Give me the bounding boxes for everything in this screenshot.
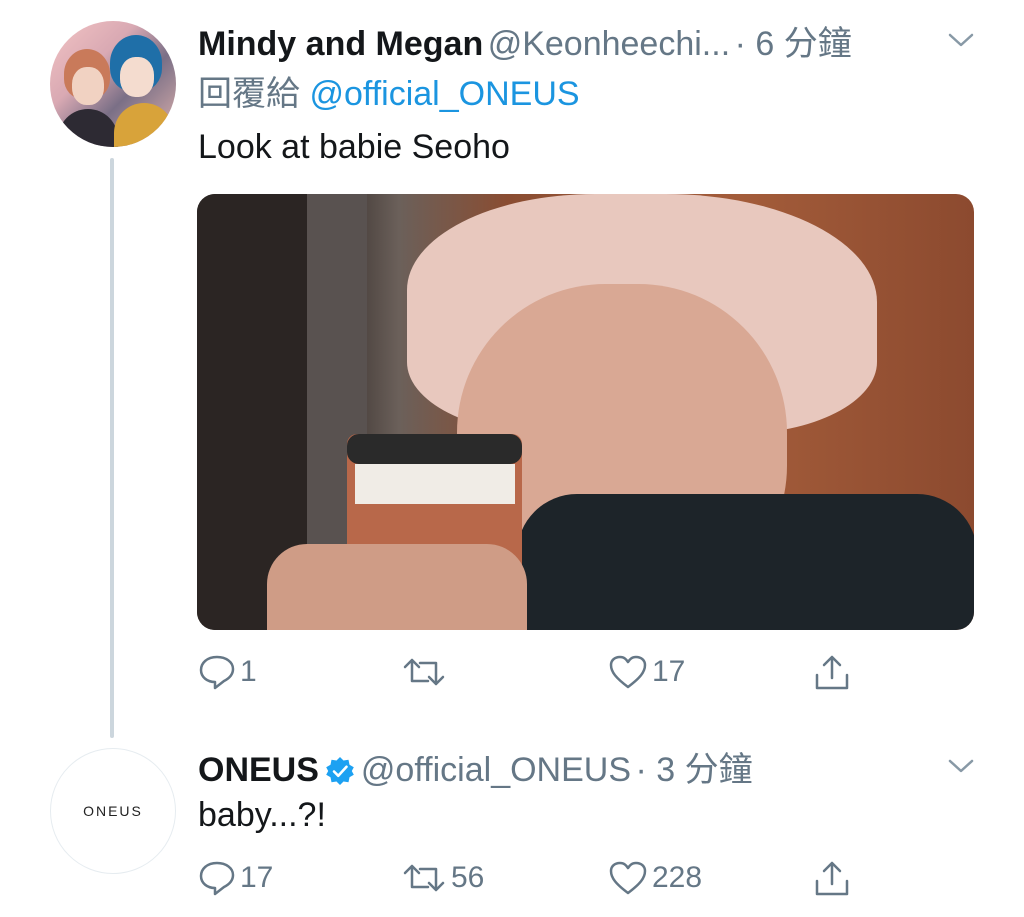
retweet-icon [403, 658, 445, 686]
reply-count: 1 [240, 655, 257, 688]
tweet-2-header: ONEUS @official_ONEUS · 3 分鐘 [198, 742, 753, 797]
reply-count: 17 [240, 861, 274, 894]
display-name[interactable]: Mindy and Megan [198, 25, 483, 63]
user-handle[interactable]: @official_ONEUS [361, 751, 631, 789]
share-icon [815, 861, 849, 896]
reply-context: 回覆給 @official_ONEUS [198, 66, 580, 115]
reply-button[interactable]: 17 [198, 858, 273, 898]
photo-coat [517, 494, 974, 630]
retweet-button[interactable] [401, 652, 451, 692]
retweet-count: 56 [451, 861, 485, 894]
photo-cup-band [355, 464, 515, 504]
avatar-body-1 [58, 109, 118, 147]
reply-icon [199, 655, 235, 690]
avatar-face-2 [120, 57, 154, 97]
tweet-1-text: Look at babie Seoho [198, 128, 510, 166]
timestamp[interactable]: · 3 分鐘 [635, 751, 752, 789]
share-button[interactable] [812, 652, 852, 692]
avatar-face-1 [72, 67, 104, 105]
reply-button[interactable]: 1 [198, 652, 257, 692]
verified-badge-icon [325, 756, 355, 791]
retweet-button[interactable]: 56 [401, 858, 484, 898]
user-handle[interactable]: @Keonheechi... [488, 25, 730, 63]
reply-to-link[interactable]: @official_ONEUS [309, 75, 579, 113]
reply-icon [199, 861, 235, 896]
tweet-2-text: baby...?! [198, 796, 326, 834]
avatar-logo-text: ONEUS [83, 803, 143, 819]
tweet-1-header: Mindy and Megan @Keonheechi... · 6 分鐘 [198, 16, 852, 65]
display-name[interactable]: ONEUS [198, 751, 319, 789]
like-count: 228 [652, 861, 703, 894]
share-icon [815, 655, 849, 690]
chevron-down-icon[interactable] [948, 32, 974, 48]
thread-connector-line [110, 158, 114, 738]
heart-icon [609, 655, 647, 689]
avatar-body-2 [114, 103, 174, 147]
like-button[interactable]: 228 [608, 858, 702, 898]
like-count: 17 [652, 655, 686, 688]
timestamp[interactable]: · 6 分鐘 [735, 25, 852, 63]
share-button[interactable] [812, 858, 852, 898]
like-button[interactable]: 17 [608, 652, 685, 692]
tweet-1-actions: 1 17 [198, 652, 858, 692]
tweet-2-actions: 17 56 228 [198, 858, 858, 898]
retweet-icon [403, 864, 445, 892]
avatar-mindy-and-megan[interactable] [50, 21, 176, 147]
photo-hand [267, 544, 527, 630]
chevron-down-icon[interactable] [948, 758, 974, 774]
reply-prefix: 回覆給 [198, 75, 300, 113]
avatar-oneus[interactable]: ONEUS [50, 748, 176, 874]
tweet-media-photo[interactable] [197, 194, 974, 630]
heart-icon [609, 861, 647, 895]
photo-cup-lid [347, 434, 522, 464]
